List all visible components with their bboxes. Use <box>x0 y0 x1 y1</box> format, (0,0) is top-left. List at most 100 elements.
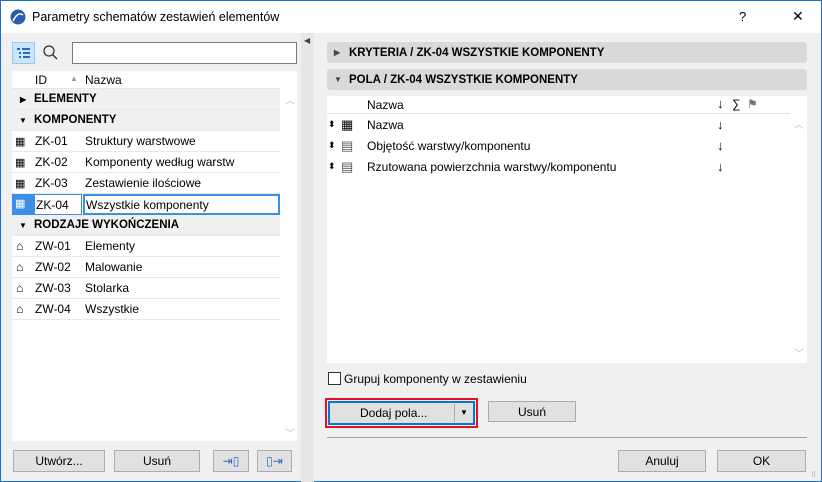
field-row[interactable]: ⬍ ▤ Objętość warstwy/komponentu ↓ <box>327 135 790 156</box>
field-name: Objętość warstwy/komponentu <box>367 138 531 153</box>
item-id: ZK-04 <box>34 194 82 215</box>
list-item-selected[interactable]: ▦ ZK-04 Wszystkie komponenty <box>12 194 280 215</box>
item-name: Stolarka <box>85 281 130 295</box>
list-item[interactable]: ⌂ ZW-04 Wszystkie <box>12 299 280 320</box>
field-row[interactable]: ⬍ ▦ Nazwa ↓ <box>327 114 790 135</box>
brick-icon: ▦ <box>15 156 26 169</box>
list-item[interactable]: ▦ ZK-01 Struktury warstwowe <box>12 131 280 152</box>
export-icon: ▯⇥ <box>266 454 283 468</box>
list-item[interactable]: ⌂ ZW-02 Malowanie <box>12 257 280 278</box>
item-name: Malowanie <box>85 260 143 274</box>
expand-icon: ▶ <box>334 48 341 57</box>
drag-handle-icon[interactable]: ⬍ <box>328 140 336 151</box>
tree-list-icon <box>17 48 30 58</box>
column-name[interactable]: Nazwa <box>85 73 122 87</box>
remove-field-button[interactable]: Usuń <box>488 401 576 422</box>
scroll-down-icon[interactable]: ﹀ <box>285 425 295 440</box>
brush-icon: ⌂ <box>16 281 24 295</box>
add-fields-label: Dodaj pola... <box>360 406 428 420</box>
group-label: RODZAJE WYKOŃCZENIA <box>34 219 180 231</box>
field-row[interactable]: ⬍ ▤ Rzutowana powierzchnia warstwy/kompone… <box>327 156 790 177</box>
section-title: POLA / ZK-04 WSZYSTKIE KOMPONENTY <box>349 73 578 86</box>
add-fields-button[interactable]: Dodaj pola... ▼ <box>328 401 475 425</box>
group-label: KOMPONENTY <box>34 114 117 126</box>
delete-scheme-button[interactable]: Usuń <box>114 450 200 472</box>
search-input[interactable] <box>72 42 297 64</box>
item-id: ZW-04 <box>35 302 71 316</box>
brick-icon: ▦ <box>341 116 354 132</box>
item-name: Elementy <box>85 239 136 253</box>
help-button[interactable]: ? <box>739 9 746 24</box>
list-view-toggle[interactable] <box>12 42 35 64</box>
item-name: Zestawienie ilościowe <box>85 176 202 190</box>
field-sort[interactable]: ↓ <box>717 117 724 132</box>
flag-icon[interactable]: ⚑ <box>747 97 758 111</box>
expand-icon: ▶ <box>20 94 27 104</box>
fields-table-header: Nazwa ↓ ∑ ⚑ <box>327 96 790 114</box>
criteria-section-header[interactable]: ▶ KRYTERIA / ZK-04 WSZYSTKIE KOMPONENTY <box>327 42 807 63</box>
scroll-up-icon[interactable]: ︿ <box>794 116 804 131</box>
list-item[interactable]: ▦ ZK-02 Komponenty według warstw <box>12 152 280 173</box>
collapse-left-icon[interactable]: ◀ <box>304 36 310 45</box>
resize-grip-icon[interactable]: ⠿ <box>811 471 816 479</box>
close-button[interactable]: ✕ <box>792 8 804 25</box>
dropdown-arrow-icon[interactable]: ▼ <box>454 404 468 422</box>
field-name: Rzutowana powierzchnia warstwy/komponent… <box>367 159 617 174</box>
collapse-icon: ▼ <box>19 220 27 230</box>
dialog-window: Parametry schematów zestawień elementów … <box>0 0 822 482</box>
title-bar: Parametry schematów zestawień elementów … <box>1 1 821 33</box>
item-id: ZK-02 <box>35 155 68 169</box>
group-rodzaje-wykonczenia[interactable]: ▼ RODZAJE WYKOŃCZENIA <box>12 215 280 236</box>
brick-icon: ▦ <box>12 194 34 215</box>
item-id: ZW-02 <box>35 260 71 274</box>
section-title: KRYTERIA / ZK-04 WSZYSTKIE KOMPONENTY <box>349 46 605 59</box>
list-item[interactable]: ⌂ ZW-01 Elementy <box>12 236 280 257</box>
panel-splitter[interactable]: ◀ <box>301 33 314 482</box>
scroll-up-icon[interactable]: ︿ <box>285 92 295 107</box>
brush-icon: ⌂ <box>16 260 24 274</box>
drag-handle-icon[interactable]: ⬍ <box>328 161 336 172</box>
item-name: Wszystkie komponenty <box>83 194 280 215</box>
group-komponenty[interactable]: ▼ KOMPONENTY <box>12 110 280 131</box>
item-name: Komponenty według warstw <box>85 155 235 169</box>
item-id: ZK-01 <box>35 134 68 148</box>
brush-icon: ⌂ <box>16 239 24 253</box>
scroll-down-icon[interactable]: ﹀ <box>794 345 804 360</box>
brush-icon: ⌂ <box>16 302 24 316</box>
column-sort[interactable]: ↓ <box>717 96 724 111</box>
import-icon: ⇥▯ <box>222 454 240 468</box>
separator <box>327 437 807 438</box>
group-components-checkbox[interactable] <box>328 372 341 385</box>
item-id: ZW-03 <box>35 281 71 295</box>
import-button[interactable]: ⇥▯ <box>213 450 249 472</box>
column-sum[interactable]: ∑ <box>732 97 741 111</box>
sort-ascending-icon: ▲ <box>70 74 78 83</box>
list-item[interactable]: ▦ ZK-03 Zestawienie ilościowe <box>12 173 280 194</box>
item-id: ZW-01 <box>35 239 71 253</box>
group-components-label[interactable]: Grupuj komponenty w zestawieniu <box>344 372 527 386</box>
fields-section-header[interactable]: ▼ POLA / ZK-04 WSZYSTKIE KOMPONENTY <box>327 69 807 90</box>
hatch-icon: ▤ <box>341 137 354 153</box>
field-sort[interactable]: ↓ <box>717 159 724 174</box>
item-id: ZK-03 <box>35 176 68 190</box>
column-name[interactable]: Nazwa <box>367 98 404 112</box>
cancel-button[interactable]: Anuluj <box>618 450 706 472</box>
drag-handle-icon[interactable]: ⬍ <box>328 119 336 130</box>
export-button[interactable]: ▯⇥ <box>257 450 292 472</box>
search-icon[interactable] <box>42 44 60 62</box>
create-button[interactable]: Utwórz... <box>13 450 105 472</box>
brick-icon: ▦ <box>15 135 26 148</box>
item-name: Wszystkie <box>85 302 139 316</box>
list-scrollbar[interactable]: ︿ ﹀ <box>282 89 297 441</box>
item-name: Struktury warstwowe <box>85 134 196 148</box>
collapse-icon: ▼ <box>334 75 342 84</box>
list-item[interactable]: ⌂ ZW-03 Stolarka <box>12 278 280 299</box>
list-header: ID ▲ Nazwa <box>12 71 280 89</box>
schemes-list: ID ▲ Nazwa ▶ ELEMENTY ▼ KOMPONENTY ▦ ZK-01 S… <box>12 71 297 441</box>
field-sort[interactable]: ↓ <box>717 138 724 153</box>
group-label: ELEMENTY <box>34 93 97 105</box>
column-id[interactable]: ID <box>35 73 47 87</box>
group-elementy[interactable]: ▶ ELEMENTY <box>12 89 280 110</box>
collapse-icon: ▼ <box>19 115 27 125</box>
ok-button[interactable]: OK <box>717 450 806 472</box>
